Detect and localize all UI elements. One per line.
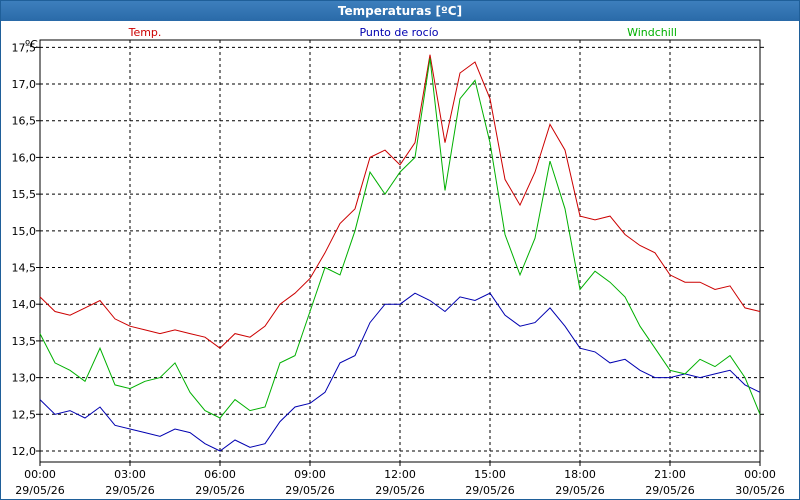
legend-item-windchill-line: Windchill xyxy=(627,26,677,39)
x-tick-time-label: 21:00 xyxy=(654,468,686,481)
y-axis-ticks: 12,0 12,5 13,0 13,5 14,0 14,5 15,0 15,5 16,0 16,5… xyxy=(12,41,764,458)
x-tick-time-label: 12:00 xyxy=(384,468,416,481)
x-tick-time-label: 15:00 xyxy=(474,468,506,481)
y-tick-label: 15,5 xyxy=(12,188,37,201)
x-tick-date-label: 29/05/26 xyxy=(105,484,154,497)
x-tick-date-label: 29/05/26 xyxy=(645,484,694,497)
x-tick-time-label: 18:00 xyxy=(564,468,596,481)
x-tick-time-label: 06:00 xyxy=(204,468,236,481)
x-tick-date-label: 30/05/26 xyxy=(735,484,784,497)
x-tick-date-label: 29/05/26 xyxy=(195,484,244,497)
x-tick-time-label: 03:00 xyxy=(114,468,146,481)
y-tick-label: 14,5 xyxy=(12,262,37,275)
y-tick-label: 16,5 xyxy=(12,115,37,128)
legend: Temp. Punto de rocío Windchill xyxy=(128,26,677,39)
legend-item-temp-line: Temp. xyxy=(128,26,162,39)
x-tick-date-label: 29/05/26 xyxy=(465,484,514,497)
x-tick-date-label: 29/05/26 xyxy=(555,484,604,497)
y-tick-label: 12,5 xyxy=(12,408,37,421)
y-tick-label: 16,0 xyxy=(12,151,37,164)
x-tick-date-label: 29/05/26 xyxy=(375,484,424,497)
x-axis-ticks: 00:00 29/05/26 03:00 29/05/26 06:00 29/05/26 0… xyxy=(15,462,785,497)
y-tick-label: 13,0 xyxy=(12,372,37,385)
y-tick-label: 17,0 xyxy=(12,78,37,91)
x-tick-time-label: 09:00 xyxy=(294,468,326,481)
y-tick-label: 13,5 xyxy=(12,335,37,348)
x-tick-date-label: 29/05/26 xyxy=(285,484,334,497)
y-tick-label: 15,0 xyxy=(12,225,37,238)
x-tick-date-label: 29/05/26 xyxy=(15,484,64,497)
y-tick-label: 14,0 xyxy=(12,298,37,311)
temperature-chart: 12,0 12,5 13,0 13,5 14,0 14,5 15,0 15,5 16,0 16,5… xyxy=(12,26,785,497)
x-tick-time-label: 00:00 xyxy=(24,468,56,481)
y-tick-label: 12,0 xyxy=(12,445,37,458)
x-tick-time-label: 00:00 xyxy=(744,468,776,481)
y-axis-label: ºC xyxy=(25,38,38,51)
legend-item-dewpoint-line: Punto de rocío xyxy=(359,26,438,39)
